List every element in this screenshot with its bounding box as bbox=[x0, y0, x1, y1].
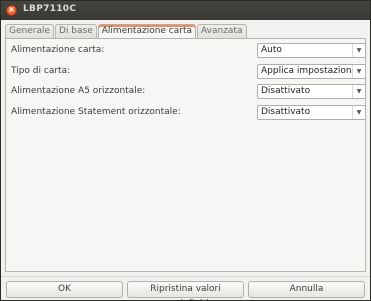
chevron-down-icon: ▼ bbox=[356, 108, 362, 116]
tab-alimentazione-carta[interactable]: Alimentazione carta bbox=[97, 24, 197, 39]
tab-generale[interactable]: Generale bbox=[5, 24, 55, 39]
paper-type-value: Applica impostazione p bbox=[261, 66, 353, 76]
row-a5-landscape: Alimentazione A5 orizzontale: Disattivat… bbox=[11, 84, 367, 99]
paper-type-select[interactable]: Applica impostazione p ▼ bbox=[257, 64, 366, 79]
tab-avanzata[interactable]: Avanzata bbox=[197, 24, 247, 39]
button-separator bbox=[1, 276, 370, 277]
tab-di-base[interactable]: Di base bbox=[55, 24, 97, 39]
chevron-down-icon: ▼ bbox=[356, 87, 362, 95]
statement-landscape-select[interactable]: Disattivato ▼ bbox=[257, 105, 366, 120]
tab-bar: Generale Di base Alimentazione carta Ava… bbox=[5, 24, 248, 39]
paper-source-label: Alimentazione carta: bbox=[11, 45, 105, 55]
chevron-down-icon: ▼ bbox=[356, 67, 362, 75]
a5-landscape-value: Disattivato bbox=[261, 86, 311, 96]
close-icon: × bbox=[8, 5, 15, 14]
a5-landscape-label: Alimentazione A5 orizzontale: bbox=[11, 86, 146, 96]
paper-source-value: Auto bbox=[261, 45, 282, 55]
chevron-down-icon: ▼ bbox=[356, 46, 362, 54]
dropdown-button[interactable]: ▼ bbox=[352, 44, 365, 57]
ok-button[interactable]: OK bbox=[6, 281, 123, 298]
dialog-window: × LBP7110C Generale Di base Alimentazion… bbox=[0, 0, 371, 301]
a5-landscape-select[interactable]: Disattivato ▼ bbox=[257, 84, 366, 99]
dropdown-button[interactable]: ▼ bbox=[352, 65, 365, 78]
row-paper-source: Alimentazione carta: Auto ▼ bbox=[11, 43, 367, 58]
title-bar[interactable]: × LBP7110C bbox=[1, 1, 370, 20]
paper-type-label: Tipo di carta: bbox=[11, 66, 71, 76]
statement-landscape-label: Alimentazione Statement orizzontale: bbox=[11, 107, 181, 117]
window-title: LBP7110C bbox=[23, 4, 77, 14]
settings-panel: Alimentazione carta: Auto ▼ Tipo di cart… bbox=[5, 38, 366, 272]
row-statement-landscape: Alimentazione Statement orizzontale: Dis… bbox=[11, 105, 367, 120]
cancel-button[interactable]: Annulla bbox=[248, 281, 365, 298]
dropdown-button[interactable]: ▼ bbox=[352, 85, 365, 98]
restore-defaults-button[interactable]: Ripristina valori predefiniti bbox=[127, 281, 244, 301]
row-paper-type: Tipo di carta: Applica impostazione p ▼ bbox=[11, 64, 367, 79]
paper-source-select[interactable]: Auto ▼ bbox=[257, 43, 366, 58]
statement-landscape-value: Disattivato bbox=[261, 107, 311, 117]
close-button[interactable]: × bbox=[6, 5, 17, 16]
dropdown-button[interactable]: ▼ bbox=[352, 106, 365, 119]
